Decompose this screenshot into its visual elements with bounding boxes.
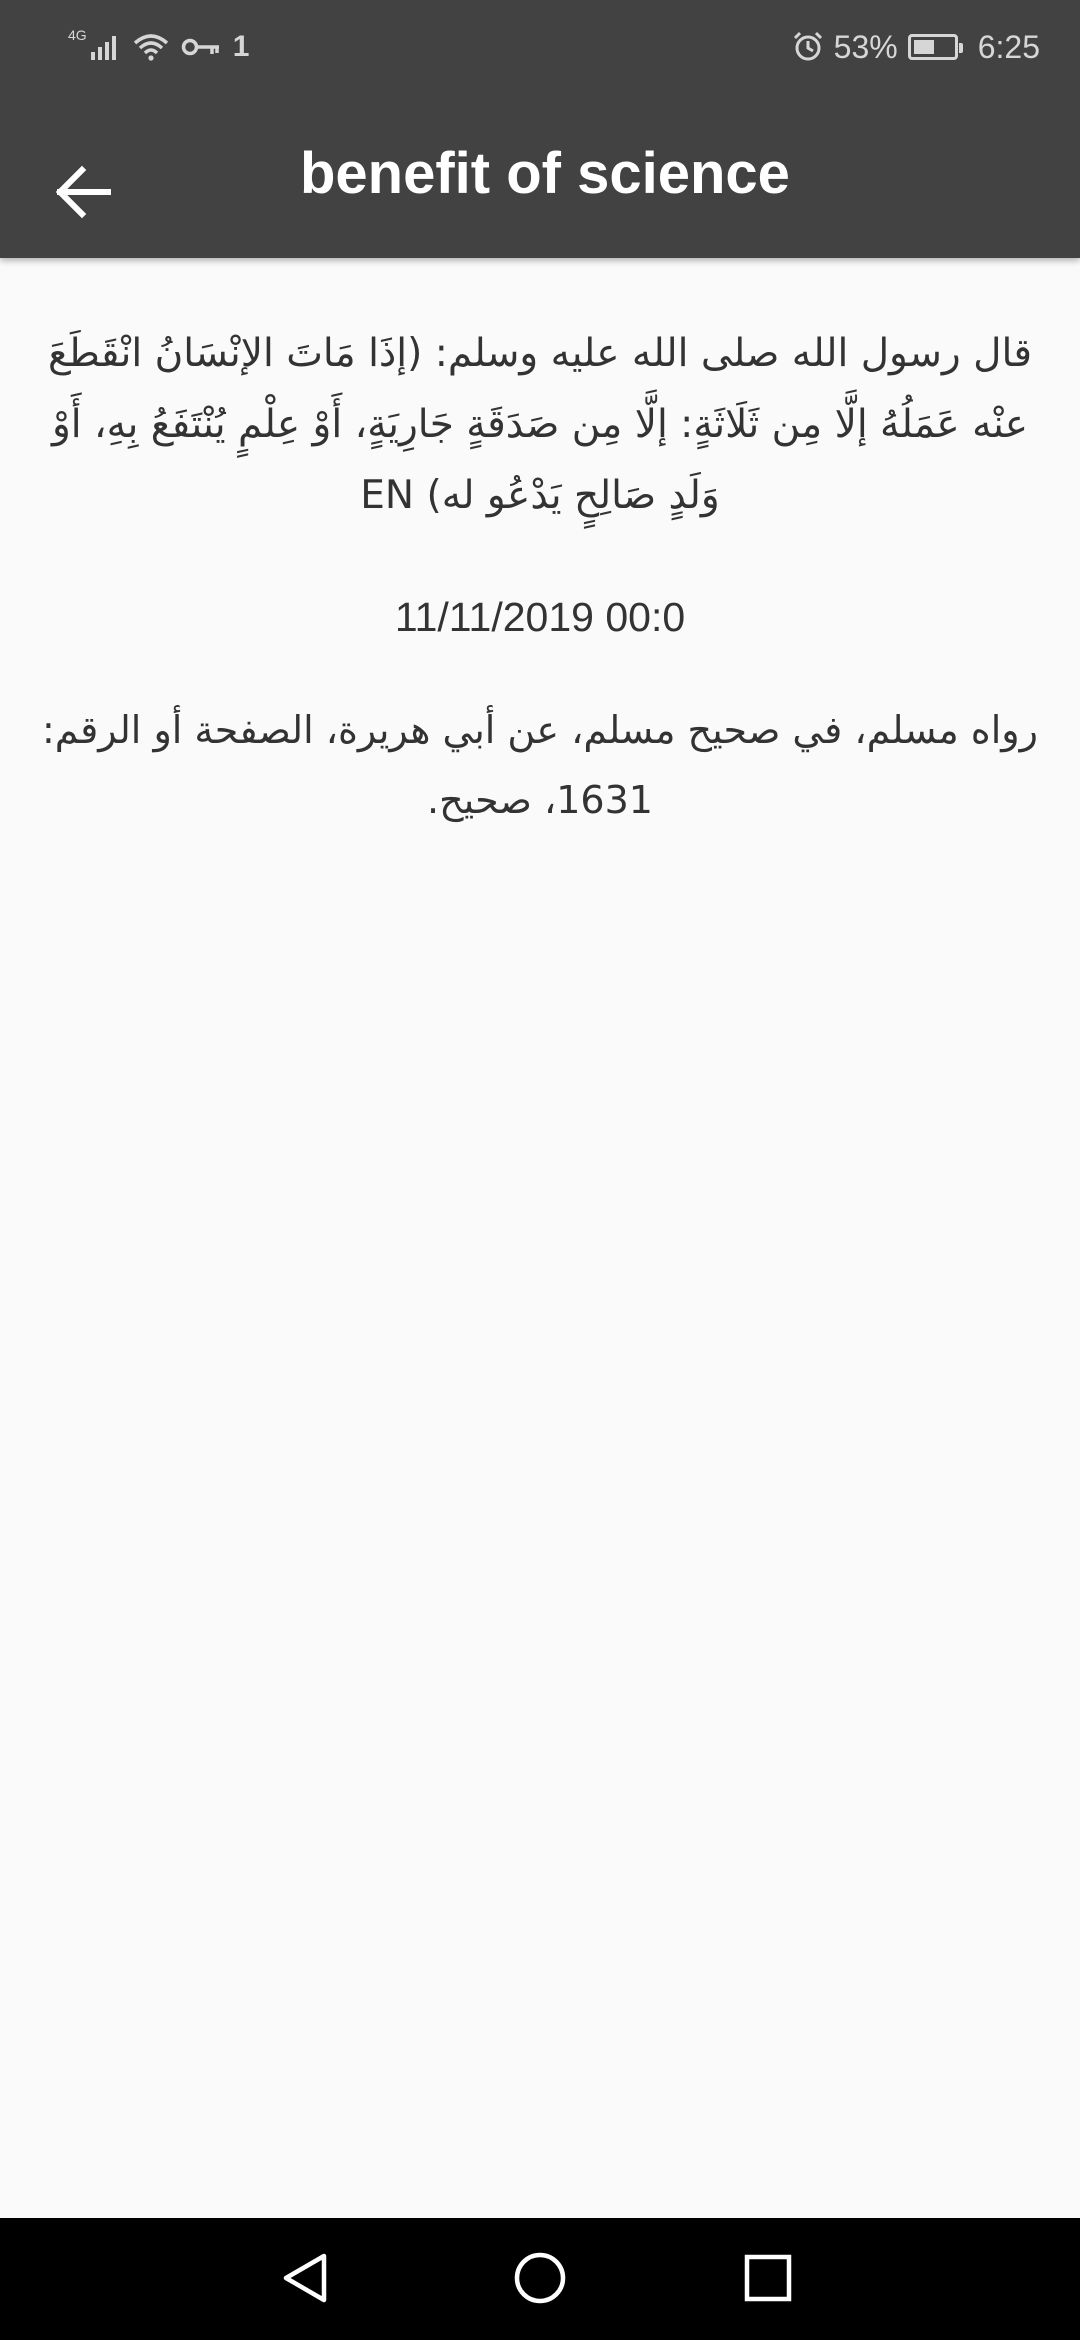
nav-recents-button[interactable] (728, 2238, 808, 2318)
circle-home-icon (500, 2238, 580, 2318)
sim-indicator: 1 (232, 30, 250, 63)
battery-tip (958, 43, 963, 53)
screen: 4G 1 53% 6:25 benefit of science قال رسو… (0, 0, 1080, 2340)
date-text: 11/11/2019 00:0 (394, 594, 686, 640)
arrow-back-icon (34, 142, 134, 242)
alarm-icon (792, 31, 824, 63)
app-header: 4G 1 53% 6:25 benefit of science (0, 0, 1080, 258)
signal-icon (90, 34, 121, 60)
triangle-back-icon (268, 2238, 348, 2318)
status-bar: 4G 1 53% 6:25 (0, 0, 1080, 92)
vpn-key-icon (181, 35, 221, 59)
source-text: رواه مسلم، في صحيح مسلم، عن أبي هريرة، ا… (42, 708, 1038, 822)
page-title: benefit of science (300, 141, 790, 206)
back-button[interactable] (34, 142, 134, 242)
battery-icon (907, 34, 963, 60)
nav-back-button[interactable] (268, 2238, 348, 2318)
wifi-icon (133, 33, 169, 61)
navigation-bar (0, 2218, 1080, 2340)
battery-level-fill (913, 40, 934, 54)
network-type-label: 4G (68, 27, 87, 43)
square-recents-icon (728, 2238, 808, 2318)
battery-percentage: 53% (833, 28, 898, 65)
status-left-group: 4G 1 (68, 24, 249, 70)
hadith-text: قال رسول الله صلى الله عليه وسلم: (إذَا … (48, 331, 1032, 518)
toolbar: benefit of science (0, 92, 1080, 258)
clock: 6:25 (977, 28, 1040, 65)
status-right-group: 53% 6:25 (792, 24, 1040, 70)
content-area: قال رسول الله صلى الله عليه وسلم: (إذَا … (40, 258, 1040, 835)
nav-home-button[interactable] (500, 2238, 580, 2318)
